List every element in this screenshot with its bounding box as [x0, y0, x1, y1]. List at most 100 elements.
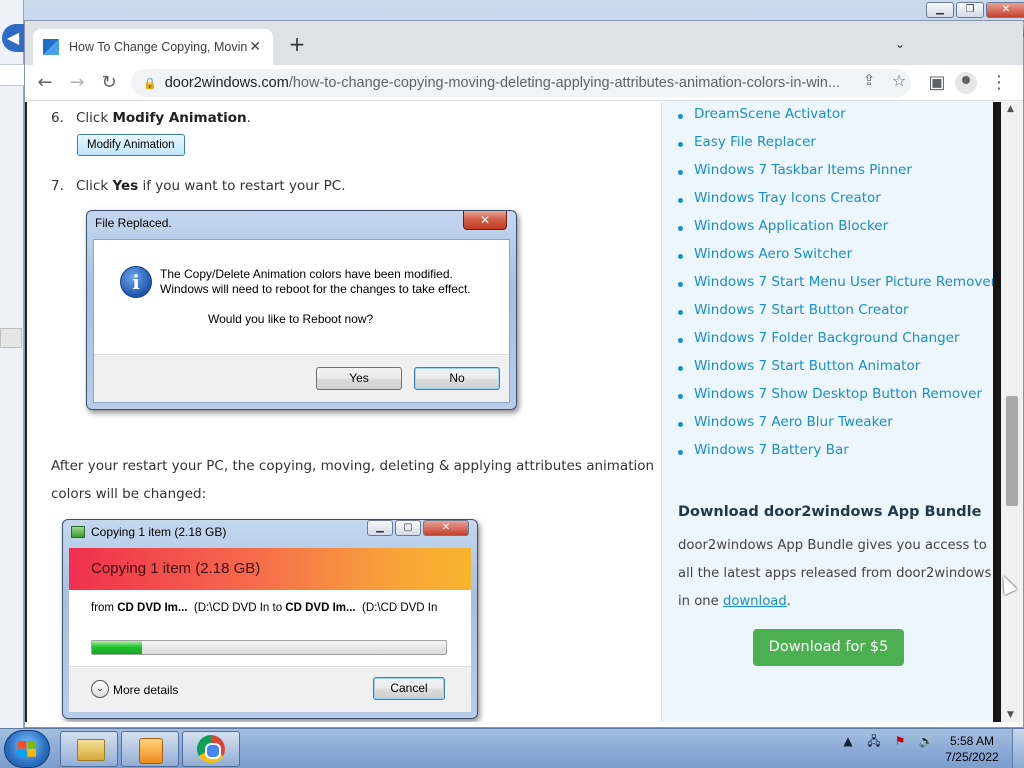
- network-icon[interactable]: 🖧: [866, 733, 882, 749]
- outer-window-controls: ▁ ❐ ✕: [926, 2, 1024, 18]
- list-bullet-icon: [678, 254, 683, 259]
- sidebar-app-link[interactable]: Windows 7 Show Desktop Button Remover: [694, 386, 982, 402]
- outer-close-button[interactable]: ✕: [986, 2, 1024, 18]
- sidebar-app-link[interactable]: Windows 7 Aero Blur Tweaker: [694, 414, 893, 430]
- taskbar-media-player-icon[interactable]: [121, 731, 179, 767]
- dialog-close-icon: ✕: [463, 211, 507, 230]
- background-window-back-icon[interactable]: ◀: [2, 24, 24, 52]
- tab-search-icon[interactable]: ⌄: [895, 37, 905, 51]
- step-7-text-post: if you want to restart your PC.: [138, 178, 346, 194]
- list-bullet-icon: [678, 366, 683, 371]
- clock-date: 7/25/2022: [945, 750, 999, 764]
- sidebar-app-link[interactable]: Windows 7 Start Button Creator: [694, 302, 909, 318]
- bundle-line-2: all the latest apps released from door2w…: [678, 566, 992, 581]
- yes-button-image: Yes: [316, 367, 402, 390]
- clock[interactable]: 5:58 AM 7/25/2022: [936, 733, 1008, 765]
- taskbar: ▲ 🖧 ⚑ 🔊 5:58 AM 7/25/2022: [0, 728, 1024, 768]
- dialog-message-line-1: The Copy/Delete Animation colors have be…: [160, 267, 453, 281]
- sidebar-app-link[interactable]: Windows Aero Switcher: [694, 246, 852, 262]
- cancel-button-image: Cancel: [373, 677, 445, 700]
- tab-title: How To Change Copying, Moving: [69, 40, 248, 54]
- after-restart-line-1: After your restart your PC, the copying,…: [51, 458, 655, 474]
- sidebar: DreamScene Activator Easy File Replacer Wi…: [661, 102, 993, 722]
- information-icon: i: [120, 266, 152, 298]
- url-domain: door2windows.com: [164, 75, 289, 91]
- dialog-message-line-2: Windows will need to reboot for the chan…: [160, 282, 471, 296]
- download-link[interactable]: download: [723, 594, 787, 609]
- destination-path: (D:\CD DVD In: [361, 602, 438, 614]
- reload-icon[interactable]: ↻: [97, 71, 121, 95]
- source-name: CD DVD Im...: [117, 602, 188, 614]
- bundle-line-3-pre: in one: [678, 594, 723, 609]
- download-bundle-button[interactable]: Download for $5: [753, 629, 904, 666]
- step-6-text-pre: Click: [76, 110, 113, 126]
- background-window-scroll-tab[interactable]: [0, 328, 22, 348]
- dialog-body: i The Copy/Delete Animation colors have …: [93, 239, 510, 403]
- system-tray: ▲ 🖧 ⚑ 🔊: [840, 733, 934, 749]
- bundle-line-1: door2windows App Bundle gives you access…: [678, 538, 987, 553]
- side-panel-icon[interactable]: ▣: [925, 71, 949, 95]
- chevron-down-icon: ⌄: [91, 680, 109, 698]
- step-6-text: Click Modify Animation.: [76, 110, 251, 126]
- more-details-label: More details: [113, 683, 179, 697]
- dialog-question: Would you like to Reboot now?: [208, 312, 374, 326]
- copy-dialog-title: Copying 1 item (2.18 GB): [91, 525, 227, 539]
- scrollbar-thumb[interactable]: [1006, 396, 1018, 506]
- menu-kebab-icon[interactable]: ⋮: [987, 71, 1011, 95]
- forward-icon[interactable]: →: [65, 71, 89, 95]
- share-icon[interactable]: ⇪: [857, 71, 881, 89]
- volume-icon[interactable]: 🔊: [918, 733, 934, 749]
- scroll-down-arrow-icon[interactable]: ▼: [1007, 710, 1014, 720]
- taskbar-explorer-icon[interactable]: [60, 731, 118, 767]
- source-path: (D:\CD DVD In: [193, 602, 270, 614]
- list-bullet-icon: [678, 338, 683, 343]
- start-button[interactable]: [4, 730, 50, 768]
- taskbar-chrome-icon[interactable]: [182, 731, 240, 767]
- background-window-address-bar[interactable]: [0, 64, 24, 86]
- tab-active[interactable]: How To Change Copying, Moving ✕: [33, 29, 273, 65]
- browser-toolbar: ← → ↻ 🔒 door2windows.com/how-to-change-c…: [25, 65, 1023, 101]
- copying-dialog-image: Copying 1 item (2.18 GB) ▁ ▢ ✕ Copying 1…: [62, 519, 478, 719]
- sidebar-app-link[interactable]: Windows 7 Taskbar Items Pinner: [694, 162, 912, 178]
- sidebar-app-link[interactable]: Windows 7 Battery Bar: [694, 442, 849, 458]
- outer-maximize-button[interactable]: ❐: [956, 2, 984, 18]
- after-restart-paragraph: After your restart your PC, the copying,…: [51, 452, 654, 508]
- list-bullet-icon: [678, 114, 683, 119]
- bookmark-star-icon[interactable]: ☆: [887, 71, 911, 90]
- sidebar-app-link[interactable]: DreamScene Activator: [694, 106, 846, 122]
- scroll-up-arrow-icon[interactable]: ▲: [1007, 104, 1014, 114]
- sidebar-app-link[interactable]: Easy File Replacer: [694, 134, 816, 150]
- address-bar[interactable]: 🔒 door2windows.com/how-to-change-copying…: [131, 69, 911, 97]
- new-tab-button[interactable]: +: [287, 34, 307, 55]
- copy-dialog-app-icon: [71, 526, 85, 538]
- sidebar-app-link[interactable]: Windows Tray Icons Creator: [694, 190, 881, 206]
- copy-progress-bar: [91, 640, 447, 655]
- action-center-flag-icon[interactable]: ⚑: [892, 733, 908, 749]
- profile-avatar-icon[interactable]: [955, 72, 977, 94]
- lock-icon[interactable]: 🔒: [143, 77, 157, 90]
- url-text[interactable]: door2windows.com/how-to-change-copying-m…: [165, 75, 845, 91]
- copy-banner-text: Copying 1 item (2.18 GB): [91, 560, 261, 577]
- page-scrollbar[interactable]: ▲ ▼: [1001, 102, 1023, 722]
- file-replaced-dialog-image: File Replaced. ✕ i The Copy/Delete Anima…: [86, 210, 517, 410]
- list-bullet-icon: [678, 170, 683, 175]
- back-icon[interactable]: ←: [33, 71, 57, 95]
- sidebar-app-link[interactable]: Windows 7 Folder Background Changer: [694, 330, 960, 346]
- tray-overflow-icon[interactable]: ▲: [840, 733, 856, 749]
- show-desktop-button[interactable]: [1012, 729, 1024, 768]
- chrome-window: ▁ ❐ ✕ How To Change Copying, Moving ✕ + …: [24, 20, 1024, 728]
- sidebar-app-link[interactable]: Windows 7 Start Menu User Picture Remove…: [694, 274, 993, 290]
- copy-dialog-footer: ⌄ More details Cancel: [69, 666, 471, 712]
- modify-animation-button-image: Modify Animation: [77, 134, 185, 156]
- web-page: 6. Click Modify Animation. Modify Animat…: [25, 102, 993, 722]
- page-right-border: [993, 102, 1001, 722]
- list-bullet-icon: [678, 226, 683, 231]
- sidebar-app-link[interactable]: Windows Application Blocker: [694, 218, 888, 234]
- article-content: 6. Click Modify Animation. Modify Animat…: [27, 102, 661, 722]
- step-7-text: Click Yes if you want to restart your PC…: [76, 178, 345, 194]
- sidebar-app-link[interactable]: Windows 7 Start Button Animator: [694, 358, 920, 374]
- background-window[interactable]: ◀: [0, 0, 24, 728]
- outer-minimize-button[interactable]: ▁: [926, 2, 954, 18]
- tab-close-icon[interactable]: ✕: [247, 39, 263, 55]
- tab-strip: How To Change Copying, Moving ✕ + ⌄: [25, 21, 1023, 65]
